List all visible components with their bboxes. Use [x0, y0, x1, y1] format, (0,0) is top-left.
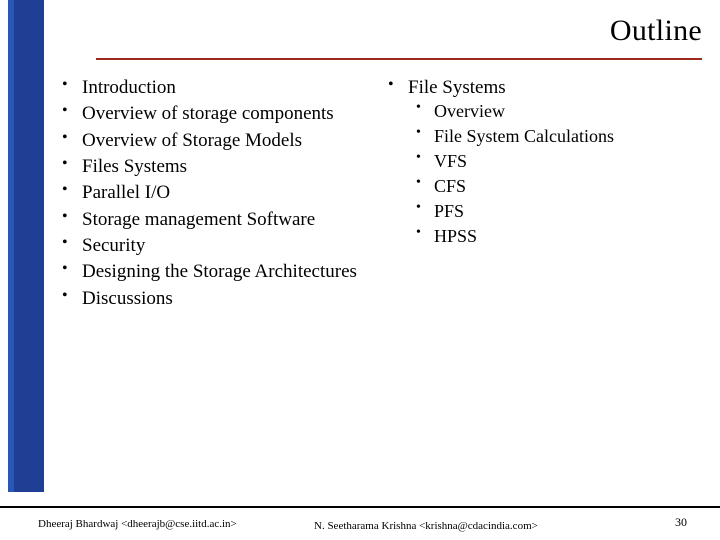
- list-item: Security: [56, 233, 386, 258]
- bullet-list-left: Introduction Overview of storage compone…: [56, 75, 386, 311]
- list-item: Designing the Storage Architectures: [56, 259, 386, 284]
- sub-bullet-list: Overview File System Calculations VFS CF…: [408, 99, 702, 248]
- bullet-column-right: File Systems Overview File System Calcul…: [382, 75, 702, 251]
- list-item: Storage management Software: [56, 207, 386, 232]
- page-title: Outline: [609, 14, 702, 47]
- list-item: CFS: [408, 174, 702, 198]
- sub-bullet-text: VFS: [434, 151, 468, 172]
- list-item: PFS: [408, 199, 702, 223]
- sub-bullet-text: Overview: [434, 101, 505, 122]
- list-item: File Systems Overview File System Calcul…: [382, 75, 702, 249]
- list-item: File System Calculations: [408, 124, 702, 148]
- list-item: Introduction: [56, 75, 386, 100]
- list-item: Discussions: [56, 285, 386, 311]
- bullet-text: File Systems: [408, 77, 506, 98]
- list-item: VFS: [408, 149, 702, 173]
- list-item: Parallel I/O: [56, 180, 386, 205]
- slide: Outline Introduction Overview of storage…: [0, 0, 720, 540]
- bullet-text: Overview of storage components: [82, 103, 334, 125]
- bullet-text: Designing the Storage Architectures: [82, 261, 357, 283]
- sub-bullet-text: CFS: [434, 176, 467, 197]
- title-underline-rule: [96, 58, 702, 60]
- bullet-text: Introduction: [82, 77, 176, 98]
- sub-bullet-text: PFS: [434, 201, 465, 222]
- bullet-list-right: File Systems Overview File System Calcul…: [382, 75, 702, 249]
- list-item: Files Systems: [56, 154, 386, 179]
- bullet-column-left: Introduction Overview of storage compone…: [56, 75, 386, 313]
- footer-author-left: Dheeraj Bhardwaj <dheerajb@cse.iitd.ac.i…: [38, 518, 237, 530]
- footer-divider: [0, 506, 720, 508]
- bullet-text: Files Systems: [82, 155, 188, 177]
- bullet-text: Parallel I/O: [82, 182, 171, 204]
- bullet-text: Overview of Storage Models: [82, 129, 303, 151]
- sidebar-blue-bar: [14, 0, 44, 492]
- bullet-text: Storage management Software: [82, 208, 316, 230]
- sidebar-decoration: [0, 0, 46, 492]
- bullet-text: Discussions: [82, 287, 173, 309]
- list-item: Overview: [408, 99, 702, 123]
- list-item: HPSS: [408, 224, 702, 248]
- bullet-text: Security: [82, 234, 146, 256]
- sub-bullet-text: File System Calculations: [434, 126, 614, 147]
- page-number: 30: [675, 515, 687, 529]
- list-item: Overview of storage components: [56, 101, 386, 126]
- list-item: Overview of Storage Models: [56, 128, 386, 153]
- footer-author-center: N. Seetharama Krishna <krishna@cdacindia…: [314, 520, 538, 532]
- sub-bullet-text: HPSS: [434, 226, 478, 247]
